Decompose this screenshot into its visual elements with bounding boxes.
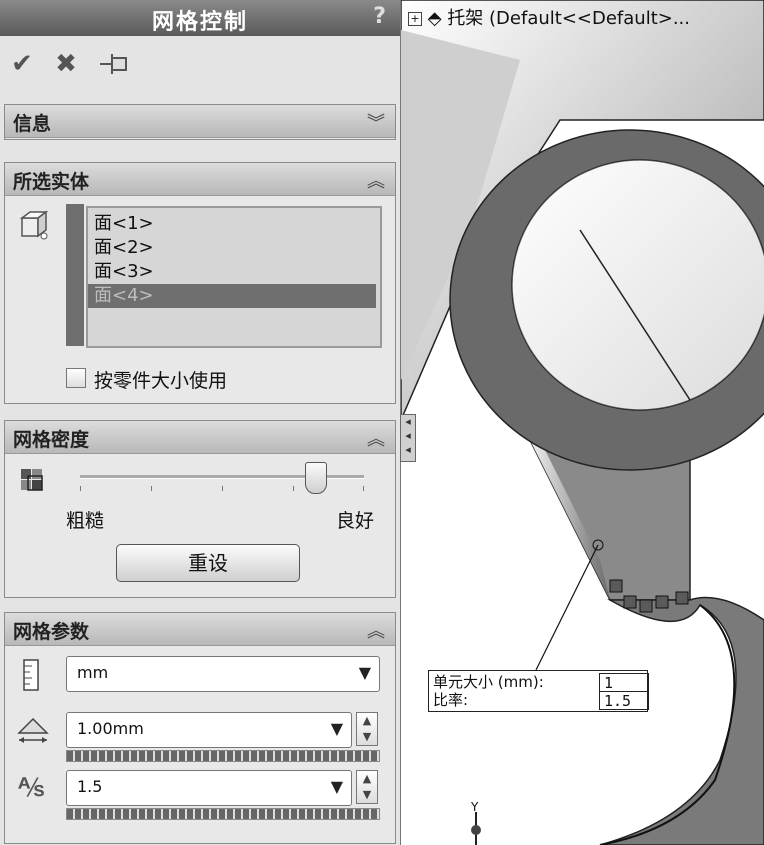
- model-view[interactable]: [401, 0, 764, 845]
- list-item[interactable]: 面<2>: [94, 236, 376, 260]
- fine-label: 良好: [336, 510, 375, 532]
- chevron-down-icon[interactable]: ︾: [367, 109, 385, 135]
- ratio-value: 1.5: [77, 777, 103, 796]
- help-button[interactable]: ?: [373, 4, 386, 29]
- section-params-label: 网格参数: [13, 621, 90, 643]
- list-item[interactable]: 面<1>: [94, 212, 376, 236]
- dropdown-arrow-icon[interactable]: ▼: [331, 777, 343, 796]
- part-icon: ⬘: [427, 8, 442, 29]
- face-selection-icon: [19, 210, 49, 240]
- section-density-header[interactable]: 网格密度 ︽: [5, 421, 395, 454]
- check-icon: ✔: [11, 49, 33, 79]
- callout-size-row: 单元大小 (mm): 1: [433, 673, 649, 692]
- callout-ratio-value[interactable]: 1.5: [599, 691, 649, 710]
- unit-value: mm: [77, 663, 109, 682]
- section-info: 信息 ︾: [4, 104, 396, 140]
- section-selected-header[interactable]: 所选实体 ︽: [5, 163, 395, 196]
- ratio-thumbwheel[interactable]: [66, 808, 380, 820]
- selected-faces-list[interactable]: 面<1> 面<2> 面<3> 面<4>: [86, 206, 382, 348]
- property-manager-panel: 网格控制 ? ✔ ✖ 信息 ︾ 所选实体 ︽ 面<1> 面<2> 面<3> 面<…: [0, 0, 401, 845]
- pin-button[interactable]: [98, 48, 130, 80]
- section-info-header[interactable]: 信息 ︾: [5, 105, 395, 138]
- ratio-spinner[interactable]: ▲ ▼: [356, 770, 378, 804]
- panel-title: 网格控制: [151, 10, 248, 35]
- unit-dropdown[interactable]: mm ▼: [66, 656, 380, 692]
- element-size-value: 1.00mm: [77, 719, 144, 738]
- pushpin-icon: [100, 54, 127, 74]
- list-item[interactable]: 面<3>: [94, 260, 376, 284]
- list-item-selected[interactable]: 面<4>: [88, 284, 376, 308]
- spin-up-icon[interactable]: ▲: [357, 713, 377, 729]
- mesh-density-icon: [21, 469, 43, 491]
- panel-splitter-handle[interactable]: ◂ ◂ ◂: [400, 414, 416, 462]
- slider-tick: [363, 486, 364, 491]
- spin-down-icon[interactable]: ▼: [357, 787, 377, 803]
- selection-list-color-bar: [66, 204, 84, 346]
- reset-button[interactable]: 重设: [116, 544, 300, 582]
- ratio-input[interactable]: 1.5 ▼: [66, 770, 352, 806]
- section-params-header[interactable]: 网格参数 ︽: [5, 613, 395, 646]
- element-size-icon: [17, 717, 49, 743]
- slider-tick: [222, 486, 223, 491]
- callout-size-label: 单元大小 (mm):: [433, 673, 544, 691]
- ok-button[interactable]: ✔: [6, 48, 38, 80]
- slider-tick: [293, 486, 294, 491]
- dropdown-arrow-icon[interactable]: ▼: [331, 719, 343, 738]
- spin-up-icon[interactable]: ▲: [357, 771, 377, 787]
- coarse-label: 粗糙: [66, 510, 105, 532]
- element-size-spinner[interactable]: ▲ ▼: [356, 712, 378, 746]
- triad-y-label: Y: [471, 800, 479, 814]
- mesh-callout[interactable]: 单元大小 (mm): 1 比率: 1.5: [428, 670, 649, 712]
- tree-node-label: 托架 (Default<<Default>...: [447, 8, 691, 29]
- section-density-label: 网格密度: [13, 429, 90, 451]
- chevron-up-icon[interactable]: ︽: [367, 617, 385, 643]
- ruler-icon: [23, 659, 39, 691]
- section-selected-label: 所选实体: [13, 171, 90, 193]
- density-slider-thumb[interactable]: [304, 462, 327, 494]
- section-info-label: 信息: [13, 113, 52, 135]
- cancel-button[interactable]: ✖: [50, 48, 82, 80]
- use-part-size-label: 按零件大小使用: [94, 370, 228, 392]
- feature-tree-node[interactable]: + ⬘ 托架 (Default<<Default>...: [408, 4, 690, 30]
- close-icon: ✖: [55, 49, 77, 79]
- chevron-up-icon[interactable]: ︽: [367, 425, 385, 451]
- element-size-thumbwheel[interactable]: [66, 750, 380, 762]
- element-size-input[interactable]: 1.00mm ▼: [66, 712, 352, 748]
- spin-down-icon[interactable]: ▼: [357, 729, 377, 745]
- chevron-up-icon[interactable]: ︽: [367, 167, 385, 193]
- slider-tick: [80, 486, 81, 491]
- callout-ratio-row: 比率: 1.5: [433, 691, 649, 710]
- panel-title-bar: 网格控制 ?: [0, 0, 400, 36]
- callout-size-value[interactable]: 1: [599, 673, 649, 692]
- graphics-viewport[interactable]: Y: [401, 0, 764, 845]
- ratio-icon: ⅍: [18, 773, 44, 803]
- callout-ratio-label: 比率:: [433, 691, 469, 709]
- expand-plus-icon[interactable]: +: [408, 12, 422, 26]
- use-part-size-checkbox[interactable]: [66, 368, 86, 388]
- dropdown-arrow-icon[interactable]: ▼: [359, 663, 371, 682]
- slider-tick: [151, 486, 152, 491]
